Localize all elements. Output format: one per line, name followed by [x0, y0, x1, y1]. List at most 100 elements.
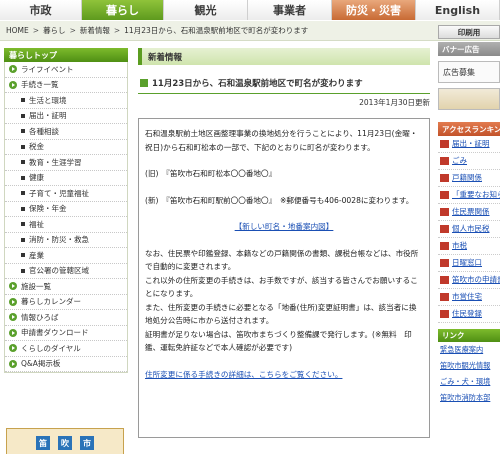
ranking-item-label: 住民票関係 — [452, 207, 490, 216]
sidebar-item[interactable]: 子育て・児童福祉 — [5, 186, 127, 202]
article-paragraph: 証明書が足りない場合は、笛吹市まちづくり整備課で発行します。(※無料 印鑑、運転… — [145, 329, 412, 353]
ranking-badge-icon — [440, 242, 449, 250]
ranking-item[interactable]: 戸籍関係 — [438, 170, 500, 187]
ranking-item-label: 住民登録 — [452, 309, 482, 318]
ranking-badge-icon — [440, 157, 449, 165]
article-paragraph: また、住所変更の手続きに必要となる「地番(住所)変更証明書」は、該当者に換地処分… — [145, 302, 417, 326]
procedure-details-link[interactable]: 住所変更に係る手続きの詳細は、こちらをご覧ください。 — [145, 370, 342, 379]
ranking-item[interactable]: 住民登録 — [438, 306, 500, 323]
article-paragraph: これ以外の住所変更の手続きは、お手数ですが、該当する皆さんでお願いすることになり… — [145, 275, 418, 299]
old-address: (旧) 『笛吹市石和町松本〇〇番地〇』 — [145, 169, 277, 178]
breadcrumb-home[interactable]: HOME — [6, 26, 29, 35]
square-bullet-icon — [21, 113, 25, 118]
links-title: リンク — [438, 329, 500, 342]
banner-char: 市 — [80, 436, 94, 450]
nav-tab-living[interactable]: 暮らし — [82, 0, 164, 20]
square-bullet-icon — [21, 253, 25, 258]
sidebar-item[interactable]: 各種相談 — [5, 124, 127, 140]
sidebar-item[interactable]: 産業 — [5, 248, 127, 264]
sidebar-item[interactable]: 届出・証明 — [5, 109, 127, 124]
arrow-circle-icon — [9, 344, 17, 353]
ranking-item[interactable]: 住民票関係 — [438, 204, 500, 221]
ranking-item[interactable]: 市営住宅 — [438, 289, 500, 306]
nav-tab-municipal[interactable]: 市政 — [0, 0, 82, 20]
sidebar-item[interactable]: 情報ひろば — [5, 310, 127, 326]
ranking-badge-icon — [440, 310, 449, 318]
ranking-item-label: 「重要なお知らせ」ケンピーターの補助金の交付対象の地権について — [452, 190, 500, 199]
section-title: 新着情報 — [138, 48, 430, 65]
sidebar-item[interactable]: 申請書ダウンロード — [5, 326, 127, 341]
breadcrumb-separator-icon: > — [113, 26, 121, 35]
main-content: 新着情報 11月23日から、石和温泉駅前地区で町名が変わります 2013年1月3… — [138, 48, 430, 454]
sidebar-item[interactable]: 生活と環境 — [5, 93, 127, 109]
access-ranking-list: 届出・証明ごみ戸籍関係「重要なお知らせ」ケンピーターの補助金の交付対象の地権につ… — [438, 136, 500, 323]
right-column: バナー広告 広告募集 アクセスランキング 届出・証明ごみ戸籍関係「重要なお知らせ… — [438, 42, 500, 454]
print-button[interactable]: 印刷用 — [438, 25, 500, 39]
ranking-badge-icon — [440, 140, 449, 148]
square-bullet-icon — [21, 206, 25, 211]
new-address: (新) 『笛吹市石和町駅前〇〇番地〇』 ※郵便番号も406-0028に変わります… — [145, 195, 414, 205]
banner-ad-title: バナー広告 — [438, 42, 500, 56]
square-bullet-icon — [21, 129, 25, 134]
sidebar-item[interactable]: 福祉 — [5, 217, 127, 233]
sidebar-item[interactable]: 税金 — [5, 140, 127, 155]
left-sidebar: 暮らしトップ ライフイベント 手続き一覧 生活と環境届出・証明各種相談 税金 教育・生涯… — [4, 48, 128, 454]
ranking-item-label: 個人市民税 — [452, 224, 490, 233]
sidebar-item-label: 届出・証明 — [29, 111, 67, 121]
nav-tab-disaster[interactable]: 防災・災害 — [332, 0, 416, 20]
sidebar-title[interactable]: 暮らしトップ — [4, 48, 128, 62]
ranking-item-label: ごみ — [452, 156, 467, 165]
breadcrumb-separator-icon: > — [32, 26, 40, 35]
square-bullet-icon — [21, 160, 25, 165]
ranking-item[interactable]: 日曜窓口 — [438, 255, 500, 272]
sidebar-item[interactable]: 官公署の管轄区域 — [5, 264, 127, 279]
related-link[interactable]: 笛吹市観光情報 — [438, 358, 500, 374]
ranking-item[interactable]: 「重要なお知らせ」ケンピーターの補助金の交付対象の地権について — [438, 187, 500, 204]
ranking-badge-icon — [440, 293, 449, 301]
related-link[interactable]: 笛吹市消防本部 — [438, 390, 500, 406]
ranking-item[interactable]: 市税 — [438, 238, 500, 255]
article-title-text: 11月23日から、石和温泉駅前地区で町名が変わります — [152, 79, 363, 89]
related-link[interactable]: 緊急医療案内 — [438, 342, 500, 358]
sidebar-item-label: 福祉 — [29, 219, 44, 229]
nav-tab-business[interactable]: 事業者 — [248, 0, 332, 20]
breadcrumb-separator-icon: > — [69, 26, 76, 35]
sidebar-item[interactable]: 健康 — [5, 171, 127, 186]
sidebar-item[interactable]: 暮らしカレンダー — [5, 295, 127, 310]
title-divider — [138, 93, 430, 94]
nav-tab-tourism[interactable]: 観光 — [164, 0, 248, 20]
square-bullet-icon — [21, 268, 25, 273]
ranking-badge-icon — [440, 191, 449, 199]
sidebar-item[interactable]: Q&A掲示板 — [5, 357, 127, 372]
breadcrumb-living[interactable]: 暮らし — [43, 25, 66, 36]
ranking-item[interactable]: ごみ — [438, 153, 500, 170]
related-link[interactable]: ごみ・犬・環境 — [438, 374, 500, 390]
ranking-item[interactable]: 笛吹市の申請書(2月26日) — [438, 272, 500, 289]
arrow-circle-icon — [9, 359, 17, 368]
ranking-item[interactable]: 届出・証明 — [438, 136, 500, 153]
sidebar-item-label: 暮らしカレンダー — [21, 297, 81, 307]
breadcrumb: HOME > 暮らし > 新着情報 > 11月23日から、石和温泉駅前地区で町名… — [0, 21, 500, 41]
sidebar-item[interactable]: 施設一覧 — [5, 279, 127, 295]
sidebar-item[interactable]: くらしのダイヤル — [5, 341, 127, 357]
ranking-badge-icon — [440, 259, 449, 267]
ranking-item-label: 届出・証明 — [452, 139, 490, 148]
ad-image-banner[interactable] — [438, 88, 500, 110]
city-banner[interactable]: 笛 吹 市 — [6, 428, 124, 454]
ranking-badge-icon — [440, 225, 449, 233]
title-marker-icon — [140, 79, 148, 87]
arrow-circle-icon — [9, 80, 17, 89]
ranking-item[interactable]: 個人市民税 — [438, 221, 500, 238]
square-bullet-icon — [21, 144, 25, 149]
sidebar-item[interactable]: ライフイベント — [5, 62, 127, 78]
update-date: 2013年1月30日更新 — [359, 98, 430, 107]
sidebar-item[interactable]: 手続き一覧 — [5, 78, 127, 93]
sidebar-item[interactable]: 教育・生涯学習 — [5, 155, 127, 171]
sidebar-item[interactable]: 消防・防災・救急 — [5, 233, 127, 248]
ad-recruitment-banner[interactable]: 広告募集 — [438, 61, 500, 83]
links-list: 緊急医療案内 笛吹市観光情報 ごみ・犬・環境 笛吹市消防本部 — [438, 342, 500, 406]
breadcrumb-news[interactable]: 新着情報 — [80, 25, 110, 36]
address-map-link[interactable]: 【新しい町名・地番案内図】 — [235, 222, 334, 231]
nav-tab-english[interactable]: English — [416, 0, 500, 20]
sidebar-item[interactable]: 保険・年金 — [5, 202, 127, 217]
